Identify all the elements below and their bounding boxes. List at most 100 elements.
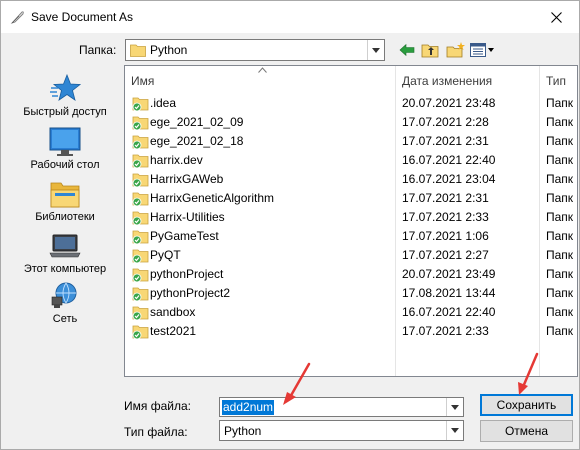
file-type: Папк [546, 286, 574, 300]
folder-synced-icon [132, 154, 149, 169]
feather-pen-icon [10, 11, 24, 24]
title-bar: Save Document As [1, 1, 579, 33]
file-row[interactable]: HarrixGAWeb 16.07.2021 23:04 Папк [125, 170, 577, 189]
save-button[interactable]: Сохранить [480, 394, 573, 416]
file-type: Папк [546, 134, 574, 148]
file-name: harrix.dev [150, 153, 203, 167]
folder-icon [130, 44, 146, 57]
new-folder-icon [446, 42, 465, 58]
file-row[interactable]: ege_2021_02_18 17.07.2021 2:31 Папк [125, 132, 577, 151]
libraries-icon [50, 182, 80, 208]
folder-label: Папка: [79, 43, 117, 57]
file-row[interactable]: test2021 17.07.2021 2:33 Папк [125, 322, 577, 341]
file-date: 16.07.2021 22:40 [402, 153, 496, 167]
computer-icon [49, 234, 81, 258]
filename-input[interactable]: add2num [219, 397, 464, 417]
file-type: Папк [546, 210, 574, 224]
file-date: 17.07.2021 2:33 [402, 210, 489, 224]
file-row[interactable]: PyQT 17.07.2021 2:27 Папк [125, 246, 577, 265]
file-list[interactable]: Имя Дата изменения Тип .idea 20.07.2021 2… [124, 65, 578, 377]
file-row[interactable]: Harrix-Utilities 17.07.2021 2:33 Папк [125, 208, 577, 227]
file-row[interactable]: pythonProject 20.07.2021 23:49 Папк [125, 265, 577, 284]
file-name: pythonProject [150, 267, 224, 281]
file-date: 17.07.2021 1:06 [402, 229, 489, 243]
view-menu-button[interactable] [469, 40, 497, 60]
file-date: 17.07.2021 2:28 [402, 115, 489, 129]
filetype-select[interactable]: Python [219, 420, 464, 441]
filename-label: Имя файла: [124, 399, 191, 413]
desktop-icon [49, 127, 81, 156]
folder-synced-icon [132, 306, 149, 321]
file-type: Папк [546, 172, 574, 186]
file-type: Папк [546, 324, 574, 338]
file-name: ege_2021_02_18 [150, 134, 244, 148]
window-title: Save Document As [31, 10, 134, 24]
folder-synced-icon [132, 211, 149, 226]
folder-synced-icon [132, 287, 149, 302]
folder-synced-icon [132, 192, 149, 207]
up-folder-button[interactable] [420, 40, 442, 60]
folder-synced-icon [132, 116, 149, 131]
file-date: 17.08.2021 13:44 [402, 286, 496, 300]
place-quick-access[interactable]: Быстрый доступ [9, 74, 121, 118]
up-folder-icon [421, 44, 439, 58]
file-type: Папк [546, 248, 574, 262]
file-name: .idea [150, 96, 177, 110]
file-date: 17.07.2021 2:27 [402, 248, 489, 262]
place-this-pc[interactable]: Этот компьютер [9, 231, 121, 275]
file-date: 16.07.2021 22:40 [402, 305, 496, 319]
column-header-date[interactable]: Дата изменения [402, 74, 492, 94]
file-type: Папк [546, 229, 574, 243]
file-type: Папк [546, 96, 574, 110]
file-row[interactable]: .idea 20.07.2021 23:48 Папк [125, 94, 577, 113]
star-icon [50, 74, 81, 101]
folder-select[interactable]: Python [125, 39, 385, 61]
file-date: 16.07.2021 23:04 [402, 172, 496, 186]
chevron-down-icon[interactable] [446, 421, 463, 440]
file-date: 17.07.2021 2:31 [402, 191, 489, 205]
column-header-type[interactable]: Тип [546, 74, 566, 94]
save-dialog: Save Document As Папка: Python Быстрый д… [0, 0, 580, 450]
back-button[interactable] [397, 40, 417, 60]
file-row[interactable]: PyGameTest 17.07.2021 1:06 Папк [125, 227, 577, 246]
network-icon [51, 282, 77, 308]
file-name: ege_2021_02_09 [150, 115, 244, 129]
file-row[interactable]: HarrixGeneticAlgorithm 17.07.2021 2:31 Пап… [125, 189, 577, 208]
place-label: Библиотеки [35, 211, 95, 223]
file-type: Папк [546, 267, 574, 281]
file-name: PyQT [150, 248, 181, 262]
folder-select-value: Python [150, 43, 188, 57]
file-name: HarrixGAWeb [150, 172, 224, 186]
place-label: Сеть [52, 313, 78, 325]
folder-synced-icon [132, 135, 149, 150]
place-desktop[interactable]: Рабочий стол [9, 127, 121, 171]
file-type: Папк [546, 191, 574, 205]
places-bar: Быстрый доступ Рабочий стол Библиотеки Э… [9, 66, 121, 378]
file-type: Папк [546, 115, 574, 129]
back-arrow-icon [399, 43, 415, 57]
filetype-value: Python [224, 424, 262, 438]
file-row[interactable]: ege_2021_02_09 17.07.2021 2:28 Папк [125, 113, 577, 132]
file-name: HarrixGeneticAlgorithm [150, 191, 275, 205]
view-menu-icon [470, 43, 494, 57]
file-row[interactable]: harrix.dev 16.07.2021 22:40 Папк [125, 151, 577, 170]
place-label: Рабочий стол [30, 159, 100, 171]
new-folder-button[interactable] [445, 40, 467, 60]
file-type: Папк [546, 305, 574, 319]
folder-synced-icon [132, 249, 149, 264]
file-row[interactable]: pythonProject2 17.08.2021 13:44 Папк [125, 284, 577, 303]
column-header-name[interactable]: Имя [131, 74, 154, 94]
close-button[interactable] [533, 1, 579, 33]
cancel-button[interactable]: Отмена [480, 420, 573, 442]
place-libraries[interactable]: Библиотеки [9, 179, 121, 223]
filetype-label: Тип файла: [124, 425, 188, 439]
chevron-down-icon[interactable] [367, 40, 384, 60]
folder-synced-icon [132, 97, 149, 112]
place-network[interactable]: Сеть [9, 281, 121, 325]
place-label: Быстрый доступ [23, 106, 107, 118]
sort-ascending-icon [258, 67, 267, 73]
folder-synced-icon [132, 268, 149, 283]
file-date: 17.07.2021 2:31 [402, 134, 489, 148]
file-row[interactable]: sandbox 16.07.2021 22:40 Папк [125, 303, 577, 322]
chevron-down-icon[interactable] [446, 398, 463, 416]
